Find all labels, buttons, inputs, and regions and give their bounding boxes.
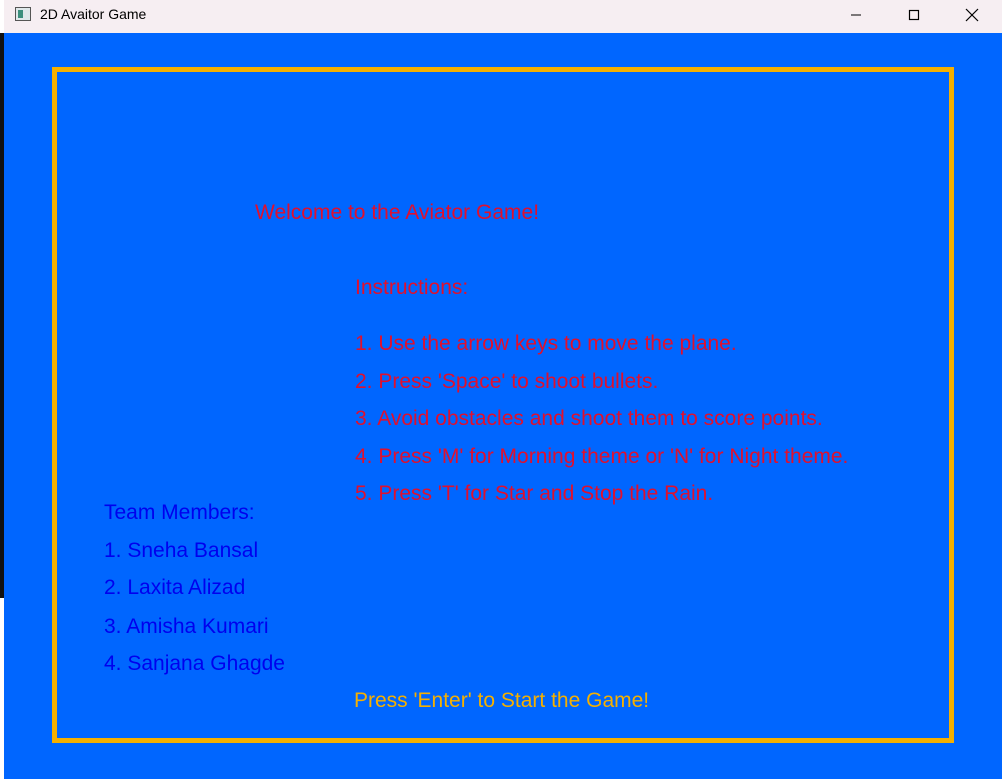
- close-icon: [965, 8, 979, 22]
- team-member: 4. Sanjana Ghagde: [104, 652, 285, 675]
- team-heading: Team Members:: [104, 501, 255, 524]
- team-member: 2. Laxita Alizad: [104, 576, 246, 599]
- team-member: 3. Amisha Kumari: [104, 615, 269, 638]
- maximize-icon: [908, 9, 920, 21]
- title-bar[interactable]: 2D Avaitor Game: [4, 0, 1002, 33]
- instruction-item: 5. Press 'T' for Star and Stop the Rain.: [355, 482, 714, 505]
- minimize-button[interactable]: [827, 0, 885, 30]
- instruction-item: 2. Press 'Space' to shoot bullets.: [355, 370, 659, 393]
- instruction-item: 4. Press 'M' for Morning theme or 'N' fo…: [355, 445, 849, 468]
- minimize-icon: [851, 14, 861, 16]
- app-icon: [15, 7, 31, 21]
- instructions-heading: Instructions:: [355, 276, 469, 299]
- team-member: 1. Sneha Bansal: [104, 539, 259, 562]
- start-prompt: Press 'Enter' to Start the Game!: [354, 689, 650, 712]
- welcome-text: Welcome to the Aviator Game!: [255, 201, 540, 224]
- game-window: 2D Avaitor Game Welcome to the Aviator G…: [4, 0, 1002, 779]
- game-canvas[interactable]: Welcome to the Aviator Game! Instruction…: [4, 33, 1002, 779]
- instruction-item: 1. Use the arrow keys to move the plane.: [355, 332, 737, 355]
- instruction-item: 3. Avoid obstacles and shoot them to sco…: [355, 407, 823, 430]
- game-border: [52, 67, 954, 743]
- window-title: 2D Avaitor Game: [40, 6, 147, 22]
- maximize-button[interactable]: [885, 0, 943, 30]
- close-button[interactable]: [943, 0, 1001, 30]
